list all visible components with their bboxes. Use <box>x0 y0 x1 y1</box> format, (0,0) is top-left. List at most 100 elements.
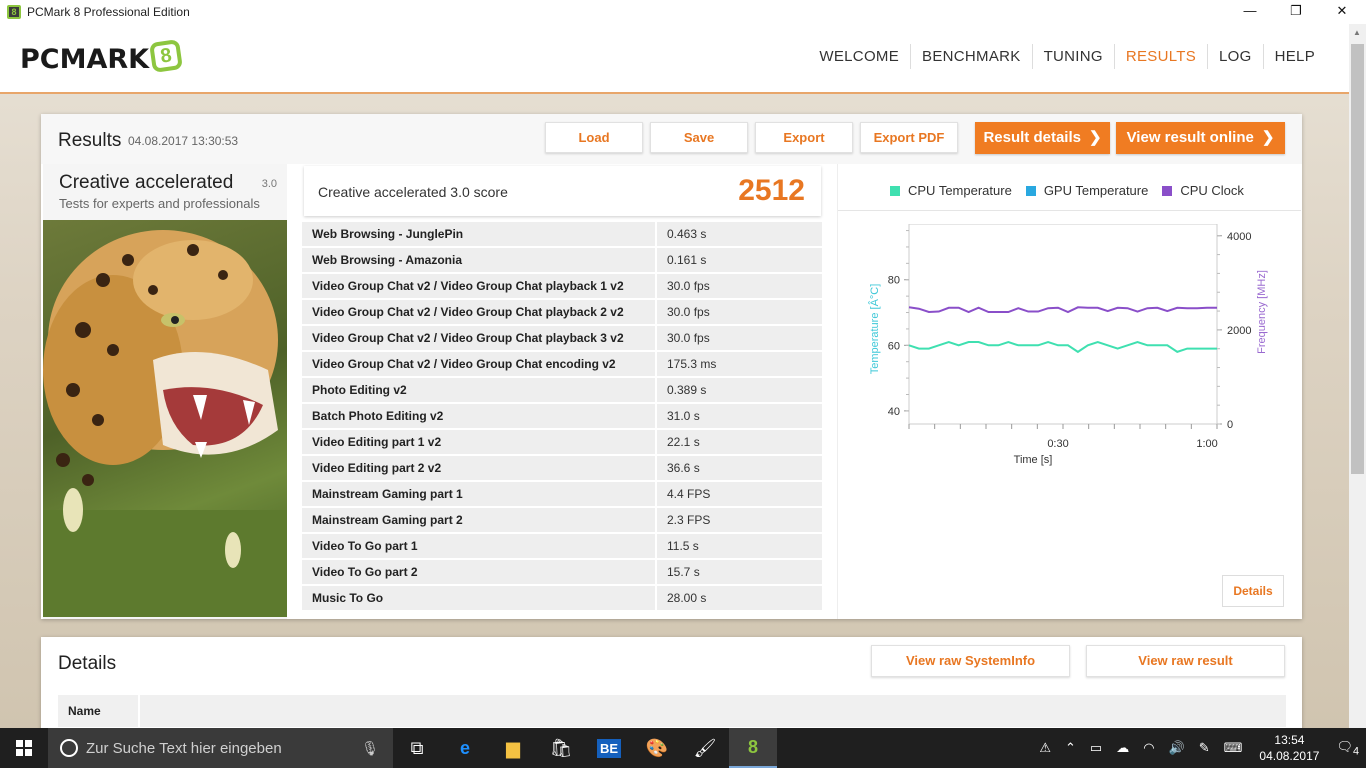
line-chart: 40 60 80 0 2000 4000 0:30 1:00 Time [s] Temperatu… <box>868 224 1268 466</box>
view-raw-systeminfo-button[interactable]: View raw SystemInfo <box>871 645 1070 677</box>
legend-label: CPU Clock <box>1180 183 1244 198</box>
table-row: Mainstream Gaming part 2 2.3 FPS <box>302 508 822 532</box>
x-tick-label: 1:00 <box>1196 438 1217 450</box>
test-name: Video Group Chat v2 / Video Group Chat p… <box>302 326 655 350</box>
vertical-scrollbar[interactable]: ▲ <box>1349 24 1366 728</box>
keyboard-icon[interactable]: ⌨ <box>1224 740 1243 756</box>
test-value: 15.7 s <box>657 560 822 584</box>
microphone-icon[interactable]: 🎙 <box>361 740 379 757</box>
minimize-button[interactable]: — <box>1227 0 1273 24</box>
nav-help[interactable]: HELP <box>1262 44 1326 69</box>
save-button[interactable]: Save <box>650 122 748 153</box>
battery-icon[interactable]: ▭ <box>1090 740 1102 756</box>
result-details-label: Result details <box>983 129 1081 146</box>
nav-tuning[interactable]: TUNING <box>1031 44 1114 69</box>
test-name: Video Group Chat v2 / Video Group Chat p… <box>302 300 655 324</box>
result-details-button[interactable]: Result details ❯ <box>975 122 1110 154</box>
wifi-icon[interactable]: ◠ <box>1143 740 1154 756</box>
legend-swatch <box>1162 185 1173 196</box>
scroll-up-icon[interactable]: ▲ <box>1353 28 1361 37</box>
onedrive-icon[interactable]: ☁ <box>1116 740 1129 756</box>
clock-date: 04.08.2017 <box>1259 749 1320 763</box>
view-result-online-button[interactable]: View result online ❯ <box>1116 122 1285 154</box>
main-nav: WELCOME BENCHMARK TUNING RESULTS LOG HEL… <box>808 44 1326 69</box>
details-table-header: Name <box>58 695 1286 727</box>
test-name: Video To Go part 2 <box>302 560 655 584</box>
notifications-icon[interactable]: 🗨4 <box>1336 739 1359 758</box>
x-axis-label: Time [s] <box>1014 454 1053 466</box>
plot-area <box>908 224 1218 425</box>
window-title: PCMark 8 Professional Edition <box>27 5 190 19</box>
scrollbar-thumb[interactable] <box>1351 44 1364 474</box>
table-row: Web Browsing - JunglePin 0.463 s <box>302 222 822 246</box>
test-name: Batch Photo Editing v2 <box>302 404 655 428</box>
paint-palette-icon[interactable]: 🖌 <box>681 728 729 768</box>
table-row: Video Group Chat v2 / Video Group Chat p… <box>302 274 822 298</box>
score-card: Creative accelerated 3.0 score 2512 <box>304 166 821 216</box>
y-left-axis-label: Temperature [Â°C] <box>868 284 881 375</box>
restore-button[interactable]: ❐ <box>1273 0 1319 24</box>
be-app-icon[interactable]: BE <box>585 728 633 768</box>
results-panel: Results 04.08.2017 13:30:53 Load Save Ex… <box>41 114 1302 619</box>
test-value: 11.5 s <box>657 534 822 558</box>
window-titlebar: 8 PCMark 8 Professional Edition — ❐ ✕ <box>0 0 1366 24</box>
update-warning-icon[interactable]: ⚠ <box>1039 740 1051 756</box>
file-explorer-icon[interactable]: ▆ <box>489 728 537 768</box>
score-value: 2512 <box>738 174 805 207</box>
nav-log[interactable]: LOG <box>1207 44 1263 69</box>
legend-cpu-clock[interactable]: CPU Clock <box>1162 183 1244 198</box>
nav-welcome[interactable]: WELCOME <box>808 44 910 69</box>
benchmark-subtitle: Tests for experts and professionals <box>59 196 260 211</box>
test-name: Music To Go <box>302 586 655 610</box>
y-right-tick-label: 4000 <box>1227 231 1251 243</box>
results-title: Results <box>58 130 122 151</box>
test-name: Video Group Chat v2 / Video Group Chat e… <box>302 352 655 376</box>
paint-app-icon[interactable]: 🎨 <box>633 728 681 768</box>
test-value: 4.4 FPS <box>657 482 822 506</box>
store-icon[interactable]: 🛍 <box>537 728 585 768</box>
benchmark-version: 3.0 <box>261 178 277 190</box>
pen-icon[interactable]: ✎ <box>1199 740 1210 756</box>
clock[interactable]: 13:54 04.08.2017 <box>1259 732 1319 764</box>
table-row: Video To Go part 2 15.7 s <box>302 560 822 584</box>
test-name: Video To Go part 1 <box>302 534 655 558</box>
legend-label: GPU Temperature <box>1043 183 1149 198</box>
test-value: 30.0 fps <box>657 300 822 324</box>
chart-details-button[interactable]: Details <box>1222 575 1284 607</box>
table-row: Video Editing part 2 v2 36.6 s <box>302 456 822 480</box>
test-value: 28.00 s <box>657 586 822 610</box>
legend-swatch <box>1025 185 1036 196</box>
results-header: Results 04.08.2017 13:30:53 Load Save Ex… <box>41 114 1302 164</box>
start-button[interactable] <box>0 728 48 768</box>
load-button[interactable]: Load <box>545 122 643 153</box>
view-raw-result-button[interactable]: View raw result <box>1086 645 1285 677</box>
score-label: Creative accelerated 3.0 score <box>318 184 508 200</box>
legend-gpu-temperature[interactable]: GPU Temperature <box>1025 183 1149 198</box>
test-name: Mainstream Gaming part 2 <box>302 508 655 532</box>
nav-benchmark[interactable]: BENCHMARK <box>910 44 1032 69</box>
export-pdf-button[interactable]: Export PDF <box>860 122 958 153</box>
windows-logo-icon <box>16 740 32 756</box>
monitoring-chart-panel: CPU Temperature GPU Temperature CPU Cloc… <box>837 164 1301 619</box>
close-button[interactable]: ✕ <box>1319 0 1365 24</box>
pcmark-taskbar-icon[interactable]: 8 <box>729 728 777 768</box>
legend-cpu-temperature[interactable]: CPU Temperature <box>890 183 1012 198</box>
nav-results[interactable]: RESULTS <box>1113 44 1207 69</box>
table-row: Video Editing part 1 v2 22.1 s <box>302 430 822 454</box>
taskbar-search[interactable]: Zur Suche Text hier eingeben 🎙 <box>48 728 393 768</box>
test-name: Video Editing part 1 v2 <box>302 430 655 454</box>
volume-icon[interactable]: 🔊 <box>1169 740 1185 756</box>
export-button[interactable]: Export <box>755 122 853 153</box>
test-value: 36.6 s <box>657 456 822 480</box>
y-left-tick-label: 40 <box>888 406 900 418</box>
show-hidden-icons-icon[interactable]: ⌃ <box>1065 740 1076 756</box>
test-name: Photo Editing v2 <box>302 378 655 402</box>
results-date: 04.08.2017 13:30:53 <box>128 134 239 148</box>
logo-text: PCMARK <box>20 43 150 75</box>
edge-browser-icon[interactable]: e <box>441 728 489 768</box>
legend-swatch <box>890 185 900 196</box>
table-row: Music To Go 28.00 s <box>302 586 822 610</box>
test-value: 2.3 FPS <box>657 508 822 532</box>
table-row: Video Group Chat v2 / Video Group Chat p… <box>302 326 822 350</box>
task-view-icon[interactable]: ⧉ <box>393 728 441 768</box>
